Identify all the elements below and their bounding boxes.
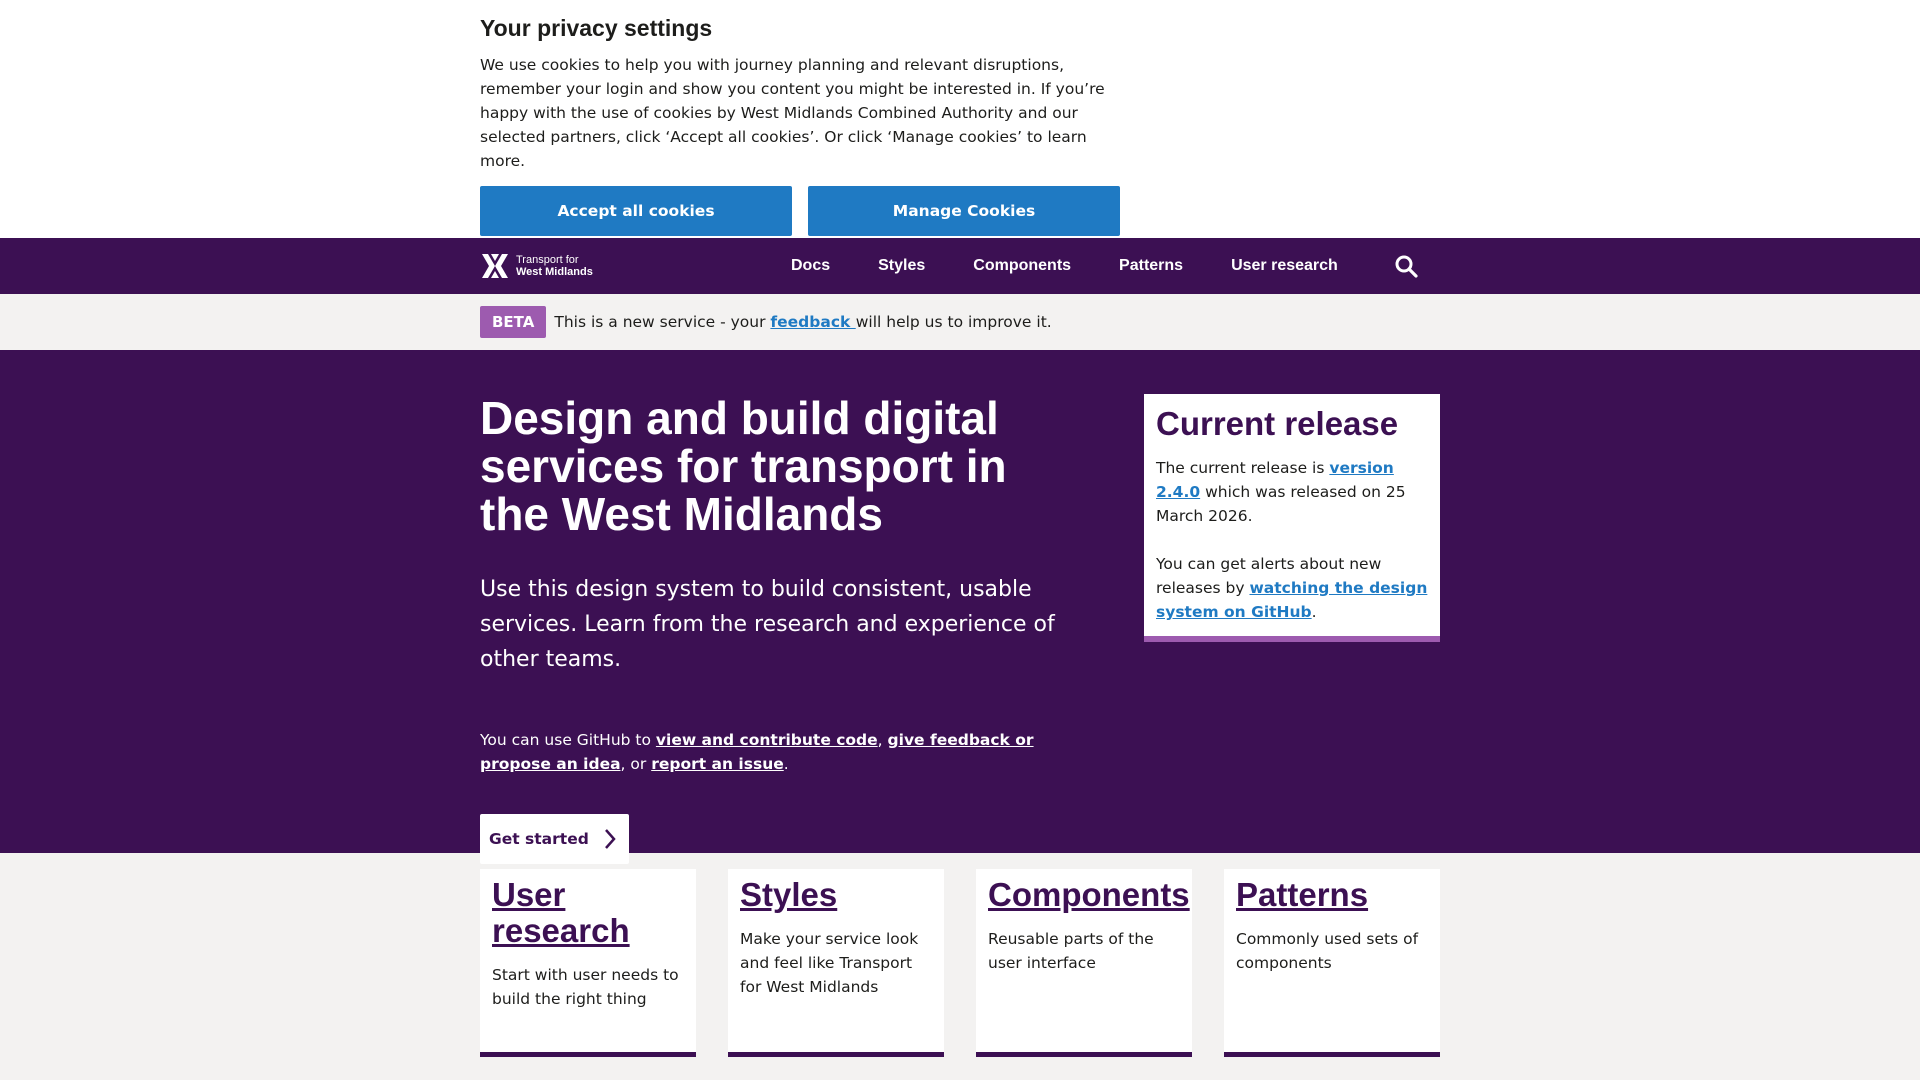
current-release-panel: Current release The current release is v… — [1144, 394, 1440, 642]
github-info: You can use GitHub to view and contribut… — [480, 728, 1080, 776]
get-started-label: Get started — [489, 830, 589, 848]
beta-banner: BETA This is a new service - your feedba… — [0, 294, 1920, 350]
alerts-text-after: . — [1311, 603, 1317, 621]
accept-all-cookies-button[interactable]: Accept all cookies — [480, 186, 792, 236]
card-title-link[interactable]: Patterns — [1236, 877, 1428, 913]
logo-line-1: Transport for — [516, 254, 579, 266]
cookie-banner-text: We use cookies to help you with journey … — [480, 56, 1105, 170]
cards-section: User research Start with user needs to b… — [0, 853, 1920, 1080]
chevron-right-icon — [604, 829, 616, 849]
nav-user-research[interactable]: User research — [1231, 257, 1338, 275]
feedback-link[interactable]: feedback — [770, 313, 855, 331]
hero-title: Design and build digital services for tr… — [480, 392, 1007, 540]
card-user-research: User research Start with user needs to b… — [480, 869, 696, 1057]
hero-section: Design and build digital services for tr… — [0, 350, 1920, 864]
logo-line-2: West Midlands — [516, 266, 593, 278]
site-header: Transport for West Midlands Docs Styles … — [0, 238, 1920, 294]
nav-styles[interactable]: Styles — [878, 257, 925, 275]
report-issue-link[interactable]: report an issue — [651, 755, 784, 773]
tfwm-logo-link[interactable]: Transport for West Midlands — [480, 250, 593, 282]
card-styles: Styles Make your service look and feel l… — [728, 869, 944, 1057]
cookie-banner: Your privacy settings We use cookies to … — [0, 0, 1920, 238]
manage-cookies-button[interactable]: Manage Cookies — [808, 186, 1120, 236]
cookie-banner-title: Your privacy settings — [480, 15, 713, 41]
github-text-before: You can use GitHub to — [480, 731, 656, 749]
card-text: Start with user needs to build the right… — [492, 966, 679, 1008]
card-title-link[interactable]: User research — [492, 877, 684, 949]
github-sep-2: , or — [620, 755, 652, 773]
search-icon[interactable] — [1394, 254, 1418, 278]
view-code-link[interactable]: view and contribute code — [656, 731, 878, 749]
main-nav: Docs Styles Components Patterns User res… — [791, 238, 1386, 294]
card-text: Reusable parts of the user interface — [988, 930, 1154, 972]
card-title-link[interactable]: Components — [988, 877, 1190, 913]
beta-text-before: This is a new service - your — [554, 313, 771, 331]
card-title-link[interactable]: Styles — [740, 877, 932, 913]
beta-tag: BETA — [480, 306, 547, 338]
release-info: The current release is version 2.4.0 whi… — [1156, 456, 1428, 528]
logo-wordmark: Transport for West Midlands — [516, 254, 593, 278]
beta-message: This is a new service - your feedback wi… — [554, 313, 1051, 331]
card-patterns: Patterns Commonly used sets of component… — [1224, 869, 1440, 1057]
beta-text-after: will help us to improve it. — [855, 313, 1052, 331]
nav-components[interactable]: Components — [973, 257, 1071, 275]
nav-docs[interactable]: Docs — [791, 257, 830, 275]
tfwm-logo-icon — [482, 254, 508, 278]
github-end: . — [783, 755, 789, 773]
nav-patterns[interactable]: Patterns — [1119, 257, 1183, 275]
github-sep-1: , — [877, 731, 888, 749]
release-alerts: You can get alerts about new releases by… — [1156, 552, 1428, 624]
card-text: Make your service look and feel like Tra… — [740, 930, 919, 996]
card-components: Components Reusable parts of the user in… — [976, 869, 1192, 1057]
release-title: Current release — [1156, 405, 1399, 442]
hero-lead: Use this design system to build consiste… — [480, 577, 1055, 672]
release-text-before: The current release is — [1156, 459, 1330, 477]
card-text: Commonly used sets of components — [1236, 930, 1419, 972]
